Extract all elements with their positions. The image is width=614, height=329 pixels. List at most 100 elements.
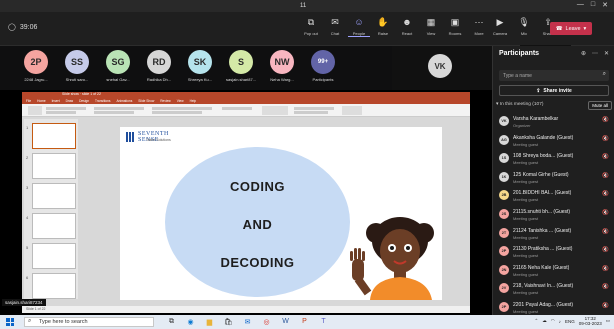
taskbar-search-input[interactable]: ⌕ Type here to search [24, 317, 154, 327]
participant-tile[interactable]: SG snehal Gav... [96, 50, 140, 82]
toolbar-button-label: Mic [520, 31, 528, 36]
slide-thumbnail[interactable]: 3 [26, 183, 76, 209]
ppt-tab[interactable]: Help [190, 99, 197, 103]
participant-tile-large[interactable]: VK [392, 46, 492, 90]
toolbar-button-camera[interactable]: ▶ Camera [489, 16, 511, 37]
start-button[interactable] [6, 318, 14, 326]
chevron-down-icon: ▾ [496, 102, 499, 107]
ppt-tab[interactable]: Transitions [95, 99, 110, 103]
avatar: 2P [499, 301, 509, 312]
chevron-up-icon[interactable]: ⌃ [534, 318, 538, 324]
store-icon[interactable]: 🛍 [223, 316, 234, 327]
participant-row[interactable]: 2P 21130 Pratiksha ... (Guest) Meeting gue… [499, 244, 611, 263]
ppt-tab[interactable]: Review [160, 99, 170, 103]
participant-role: Organizer [513, 123, 531, 128]
participant-tile[interactable]: RD Radhika Dh... [137, 50, 181, 82]
ppt-tab[interactable]: Insert [52, 99, 60, 103]
participant-row[interactable]: 2T 21124 Tanishka ... (Guest) Meeting gues… [499, 226, 611, 245]
participant-role: Meeting guest [513, 234, 539, 240]
slide-thumbnail[interactable]: 4 [26, 213, 76, 239]
mic-off-icon: 🔇 [602, 209, 609, 216]
taskbar-apps: ⧉ ◉ ▆ 🛍 ✉ ◎ W P T [166, 316, 329, 327]
meeting-controls-right: ▶ Camera 🎙 Mic ⇪ Share [489, 16, 559, 37]
toolbar-button-raise[interactable]: ✋ Raise [372, 16, 394, 37]
ppt-status-bar: Slide 1 of 22 [22, 306, 470, 313]
more-icon: ⋯ [474, 16, 484, 27]
slide-thumbnail[interactable]: 5 [26, 243, 76, 269]
cloud-icon[interactable]: ☁ [542, 318, 547, 324]
participant-row[interactable]: 1S 108 Shreya boda... (Guest) Meeting gues… [499, 151, 611, 170]
participant-search-input[interactable]: Type a name ⌕ [499, 70, 609, 81]
close-panel-icon[interactable]: ✕ [604, 50, 609, 57]
participant-name: 108 Shreya boda... (Guest) [513, 153, 574, 160]
wifi-icon[interactable]: ◠ [551, 318, 555, 324]
participants-panel: Participants ⊕ ⋯ ✕ Type a name ⌕ ⇪ Share… [492, 46, 614, 315]
participant-tile[interactable]: NW Neha Warg... [260, 50, 304, 82]
slide-thumbnail[interactable]: 6 [26, 273, 76, 299]
volume-icon[interactable]: ♪ [559, 319, 561, 324]
toolbar-button-mic[interactable]: 🎙 Mic [513, 16, 535, 37]
participant-row[interactable]: 2S 21115.snuhti bh... (Guest) Meeting gues… [499, 207, 611, 226]
participant-name: Participants [312, 77, 334, 82]
avatar: RD [147, 50, 171, 74]
notifications-icon[interactable]: ▭ [606, 318, 610, 324]
slide-thumbnail[interactable]: 2 [26, 153, 76, 179]
task-view-icon[interactable]: ⧉ [166, 316, 177, 327]
avatar: SK [188, 50, 212, 74]
participant-row[interactable]: 2V 218, Vaishnavi In... (Guest) Meeting gu… [499, 281, 611, 300]
ppt-tab[interactable]: Design [79, 99, 89, 103]
edge-icon[interactable]: ◉ [185, 316, 196, 327]
participant-tile[interactable]: SS Shruti saro... [55, 50, 99, 82]
ppt-tab[interactable]: Home [37, 99, 46, 103]
more-options-icon[interactable]: ⋯ [592, 50, 598, 57]
minimize-button[interactable]: — [577, 1, 584, 9]
participant-row[interactable]: AG Akanksha Galande (Guest) Meeting guest 🔇 [499, 133, 611, 152]
ppt-tab[interactable]: View [177, 99, 184, 103]
in-meeting-section[interactable]: ▾ In this meeting (107) Mute all [496, 101, 612, 110]
search-icon: ⌕ [602, 71, 606, 77]
clock[interactable]: 17:32 09-03-2023 [579, 316, 602, 326]
participant-row[interactable]: 1K 125 Komal Girhe (Guest) Meeting guest 🔇 [499, 170, 611, 189]
participant-tile[interactable]: 99+ Participants [301, 50, 345, 82]
participant-row[interactable]: VK Varsha Karambelkar Organizer 🔇 [499, 114, 611, 133]
participant-row[interactable]: 2N 21165 Neha Kale (Guest) Meeting guest 🔇 [499, 263, 611, 282]
participant-name: Akanksha Galande (Guest) [513, 134, 574, 141]
toolbar-button-people[interactable]: ☺ People [348, 16, 370, 37]
participant-role: Meeting guest [513, 253, 539, 259]
teams-icon[interactable]: T [318, 316, 329, 327]
participant-name: Radhika Dh... [146, 77, 172, 82]
participant-row[interactable]: 2B 201.BIDDHI BAI... (Guest) Meeting guest… [499, 188, 611, 207]
toolbar-button-more[interactable]: ⋯ More [468, 16, 490, 37]
maximize-button[interactable]: □ [591, 1, 595, 9]
system-tray: ⌃ ☁ ◠ ♪ ENG 17:32 09-03-2023 ▭ [534, 316, 610, 326]
meeting-timer: ◯ 39:06 [8, 23, 37, 32]
toolbar-button-rooms[interactable]: ▣ Rooms [444, 16, 466, 37]
participant-tile[interactable]: 2P 2248 Jagru... [14, 50, 58, 82]
ppt-tab[interactable]: Draw [66, 99, 73, 103]
close-button[interactable]: ✕ [602, 1, 608, 9]
add-people-icon[interactable]: ⊕ [581, 50, 586, 57]
powerpoint-icon[interactable]: P [299, 316, 310, 327]
participant-tile[interactable]: SK Shreeya Ku... [178, 50, 222, 82]
chrome-icon[interactable]: ◎ [261, 316, 272, 327]
chevron-down-icon[interactable]: ▾ [584, 26, 587, 32]
toolbar-button-react[interactable]: ☻ React [396, 16, 418, 37]
avatar: NW [270, 50, 294, 74]
participant-tile[interactable]: Ssasjain.shari87... [219, 50, 263, 82]
toolbar-button-chat[interactable]: ✉ Chat [324, 16, 346, 37]
participant-name: 21165 Neha Kale (Guest) [513, 264, 570, 271]
mute-all-button[interactable]: Mute all [588, 101, 612, 110]
language-indicator[interactable]: ENG [565, 319, 575, 324]
slide-thumbnail[interactable]: 1 [26, 123, 76, 149]
ppt-tab[interactable]: Slide Show [138, 99, 154, 103]
ppt-tab[interactable]: Animations [117, 99, 133, 103]
participant-role: Meeting guest [513, 178, 539, 184]
mail-icon[interactable]: ✉ [242, 316, 253, 327]
leave-button[interactable]: ☎ Leave ▾ [550, 22, 592, 35]
toolbar-button-view[interactable]: ▦ View [420, 16, 442, 37]
share-invite-button[interactable]: ⇪ Share invite [499, 85, 609, 96]
ppt-tab[interactable]: File [26, 99, 31, 103]
toolbar-button-pop-out[interactable]: ⧉ Pop out [300, 16, 322, 37]
file-explorer-icon[interactable]: ▆ [204, 316, 215, 327]
word-icon[interactable]: W [280, 316, 291, 327]
